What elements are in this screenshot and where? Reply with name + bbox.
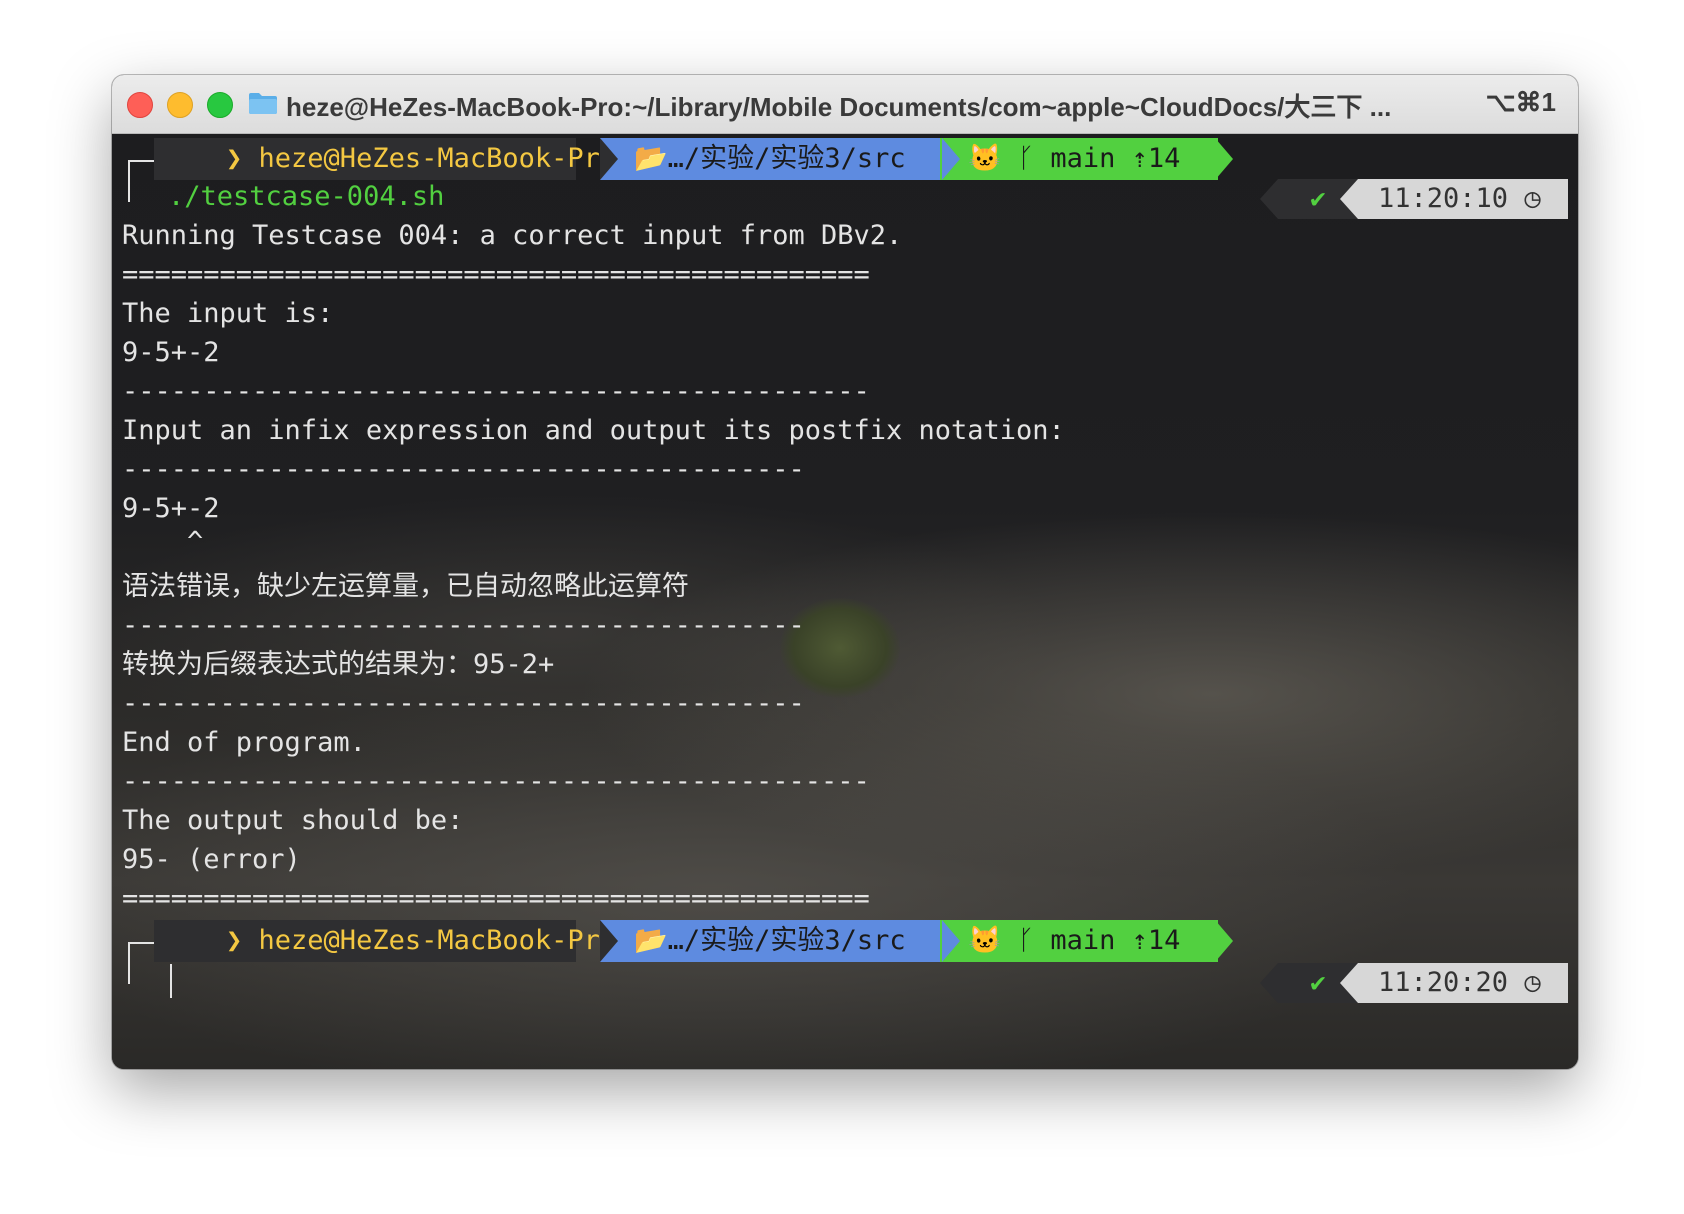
prompt-directory: …/实验/实验3/src (667, 143, 906, 174)
ahead-icon: ⇡ (1131, 925, 1148, 956)
status-separator (1260, 179, 1278, 219)
git-segment: 🐱 ᚴ main ⇡14 (940, 138, 1218, 180)
output-line: Running Testcase 004: a correct input fr… (122, 220, 903, 251)
directory-segment: 📂…/实验/实验3/src (600, 920, 950, 962)
output-line: ----------------------------------------… (122, 688, 805, 719)
clock-icon: ◷ (1524, 183, 1541, 214)
prompt-time: 11:20:20 ◷ (1358, 963, 1568, 1003)
output-line: ----------------------------------------… (122, 766, 870, 797)
segment-separator (600, 920, 618, 962)
clock-icon: ◷ (1524, 967, 1541, 998)
right-status-2: ✔ 11:20:20 ◷ (1260, 963, 1568, 1003)
command-line: ./testcase-004.sh (168, 181, 445, 212)
minimize-button[interactable] (167, 92, 193, 118)
apple-segment (154, 138, 214, 180)
segment-separator (1215, 138, 1233, 180)
git-ahead-count: 14 (1147, 143, 1181, 174)
prompt-time: 11:20:10 ◷ (1358, 179, 1568, 219)
github-icon: 🐱 (968, 143, 1002, 174)
folder-open-icon: 📂 (634, 925, 668, 956)
user-segment: ❯ heze@HeZes-MacBook-Pro (212, 138, 616, 180)
prompt-user: heze@HeZes-MacBook-Pro (258, 925, 617, 956)
terminal-content[interactable]: ❯ heze@HeZes-MacBook-Pro 📂…/实验/实验3/src 🐱… (112, 134, 1578, 1069)
output-line: 9-5+-2 (122, 337, 220, 368)
segment-separator (600, 138, 618, 180)
title-bar: heze@HeZes-MacBook-Pro:~/Library/Mobile … (112, 75, 1578, 134)
window-shortcut: ⌥⌘1 (1485, 87, 1556, 117)
ahead-icon: ⇡ (1131, 143, 1148, 174)
segment-separator (942, 138, 960, 180)
output-line: Input an infix expression and output its… (122, 415, 1065, 446)
zoom-button[interactable] (207, 92, 233, 118)
text-cursor[interactable] (170, 964, 172, 998)
time-text: 11:20:20 (1378, 967, 1509, 998)
time-text: 11:20:10 (1378, 183, 1509, 214)
git-segment: 🐱 ᚴ main ⇡14 (940, 920, 1218, 962)
user-segment: ❯ heze@HeZes-MacBook-Pro (212, 920, 616, 962)
prompt-line-2: ❯ heze@HeZes-MacBook-Pro 📂…/实验/实验3/src 🐱… (112, 920, 1578, 984)
github-icon: 🐱 (968, 925, 1002, 956)
apple-segment (154, 920, 214, 962)
status-separator (1260, 963, 1278, 1003)
segment-separator (1215, 920, 1233, 962)
git-branch: main (1050, 143, 1116, 174)
segment-separator (942, 920, 960, 962)
branch-icon: ᚴ (1017, 925, 1051, 956)
output-line: 转换为后缀表达式的结果为：95-2+ (122, 649, 555, 680)
right-status-1: ✔ 11:20:10 ◷ (1260, 179, 1568, 219)
folder-icon (249, 93, 277, 114)
prompt-directory: …/实验/实验3/src (667, 925, 906, 956)
output-line: ----------------------------------------… (122, 454, 805, 485)
output-line: ----------------------------------------… (122, 610, 805, 641)
output-line: 95- (error) (122, 844, 301, 875)
output-line: The output should be: (122, 805, 464, 836)
prompt-line-1: ❯ heze@HeZes-MacBook-Pro 📂…/实验/实验3/src 🐱… (112, 138, 1578, 202)
git-ahead-count: 14 (1147, 925, 1181, 956)
folder-open-icon: 📂 (634, 143, 668, 174)
git-branch: main (1050, 925, 1116, 956)
close-button[interactable] (127, 92, 153, 118)
directory-segment: 📂…/实验/实验3/src (600, 138, 950, 180)
output-line: End of program. (122, 727, 366, 758)
output-line: ========================================… (122, 883, 870, 914)
chevron-right-icon: ❯ (226, 143, 243, 174)
output-line: ----------------------------------------… (122, 376, 870, 407)
terminal-window: heze@HeZes-MacBook-Pro:~/Library/Mobile … (112, 75, 1578, 1069)
chevron-right-icon: ❯ (226, 925, 243, 956)
window-title: heze@HeZes-MacBook-Pro:~/Library/Mobile … (286, 92, 1392, 122)
output-line: The input is: (122, 298, 334, 329)
output-line: ========================================… (122, 259, 870, 290)
output-line: 9-5+-2 (122, 493, 220, 524)
prompt-user: heze@HeZes-MacBook-Pro (258, 143, 617, 174)
status-separator (1340, 963, 1358, 1003)
output-line: 语法错误，缺少左运算量，已自动忽略此运算符 (122, 571, 689, 602)
status-separator (1340, 179, 1358, 219)
output-line: ^ (122, 526, 204, 557)
branch-icon: ᚴ (1017, 143, 1051, 174)
